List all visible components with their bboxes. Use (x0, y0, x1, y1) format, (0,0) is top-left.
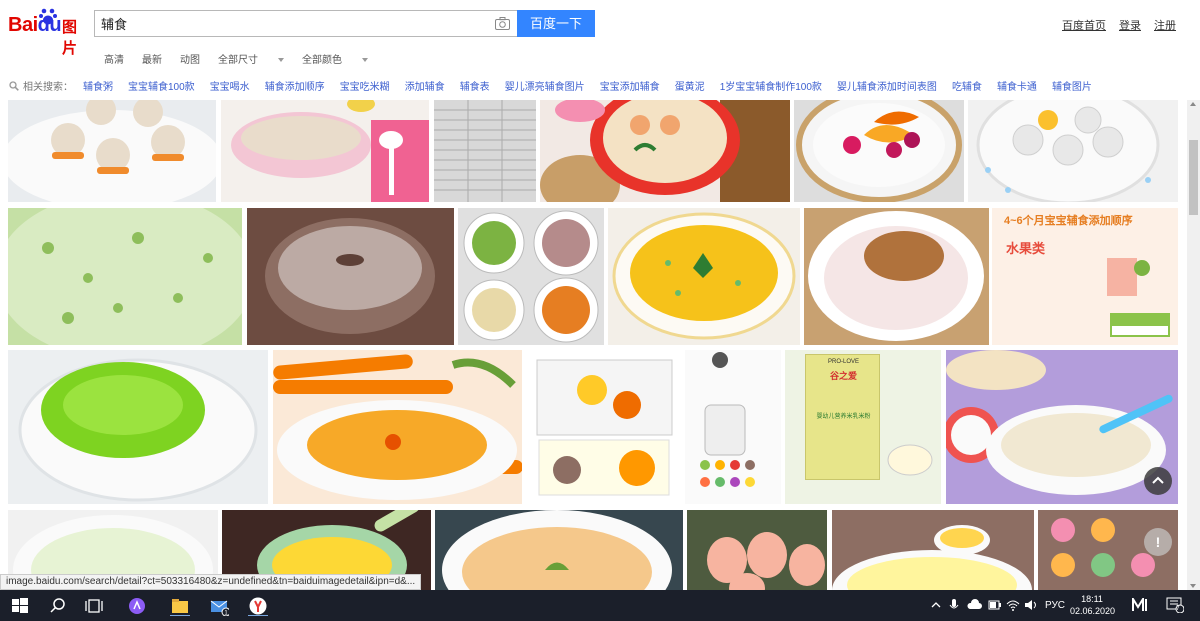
image-tile-noodle-soup[interactable] (540, 100, 790, 202)
juice-glass-icon (1107, 258, 1150, 296)
poster-subtitle: 水果类 (1006, 241, 1046, 256)
related-item[interactable]: 宝宝辅食100款 (128, 78, 195, 93)
box-brand: PRO-LOVE (827, 359, 859, 365)
image-tile-food-chart[interactable] (434, 100, 536, 202)
related-item[interactable]: 宝宝喝水 (210, 78, 250, 93)
related-item[interactable]: 辅食表 (460, 78, 490, 93)
language-indicator[interactable]: РУС (1045, 600, 1065, 611)
mail-icon[interactable]: 1 (209, 596, 229, 616)
scroll-thumb[interactable] (1189, 140, 1198, 215)
task-view-icon[interactable] (84, 596, 104, 616)
microphone-icon[interactable] (948, 598, 960, 612)
related-item[interactable]: 辅食粥 (83, 78, 113, 93)
top-links: 百度首页 登录 注册 (1062, 17, 1176, 33)
related-searches: 相关搜索： 辅食粥 宝宝辅食100款 宝宝喝水 辅食添加顺序 宝宝吃米糊 添加辅… (9, 78, 1107, 93)
image-tile-rice-flakes[interactable] (804, 208, 989, 345)
image-tile-feeding-poster[interactable]: 4~6个月宝宝辅食添加顺序 水果类 (992, 208, 1178, 345)
windows-taskbar: 1 РУС 18:11 02.06.2020 7 (0, 590, 1200, 621)
related-item[interactable]: 辅食卡通 (997, 78, 1037, 93)
image-tile-rice-cereal-box[interactable]: PRO-LOVE 谷之爱 婴幼儿营养米乳米粉 (785, 350, 941, 504)
cereal-bowl (887, 444, 933, 476)
image-tile-grain-bowl[interactable] (247, 208, 454, 345)
feedback-button[interactable]: ! (1144, 528, 1172, 556)
image-tile-ingredients[interactable] (458, 208, 604, 345)
notifications-icon[interactable] (1166, 597, 1184, 613)
image-tile-puree-plate[interactable] (435, 510, 683, 590)
box-product: 婴幼儿营养米乳米粉 (816, 414, 871, 420)
volume-icon[interactable] (1024, 599, 1038, 611)
baidu-logo[interactable]: Baidu 图片 (8, 8, 88, 57)
image-tile-dumplings-pot[interactable] (968, 100, 1178, 202)
related-item[interactable]: 婴儿辅食添加时间表图 (837, 78, 937, 93)
image-tile-eggs[interactable] (687, 510, 827, 590)
paw-icon (39, 8, 57, 25)
file-explorer-icon[interactable] (170, 596, 190, 616)
chevron-up-icon[interactable] (930, 600, 942, 610)
image-tile-yogurt-fruit[interactable] (794, 100, 964, 202)
filter-animated[interactable]: 动图 (180, 51, 200, 66)
poster-title: 4~6个月宝宝辅食添加顺序 (1004, 215, 1133, 227)
related-label: 相关搜索： (23, 82, 73, 93)
battery-icon[interactable] (988, 599, 1002, 611)
search-icon (9, 80, 19, 91)
search-box (94, 10, 518, 37)
filter-latest[interactable]: 最新 (142, 51, 162, 66)
image-tile-recipe-book[interactable] (527, 350, 680, 504)
system-clock[interactable]: 18:11 02.06.2020 (1070, 593, 1116, 617)
image-tile-carrot-puree[interactable] (273, 350, 522, 504)
cloud-icon[interactable] (966, 599, 982, 611)
filter-size-dropdown[interactable]: 全部尺寸 (218, 51, 284, 66)
yandex-browser-icon[interactable] (248, 596, 268, 616)
related-item[interactable]: 婴儿漂亮辅食图片 (505, 78, 585, 93)
windows-start-icon[interactable] (10, 596, 30, 616)
page-scrollbar[interactable] (1187, 100, 1200, 590)
image-tile-meatballs[interactable] (8, 100, 216, 202)
nutrition-table (1110, 313, 1170, 337)
image-tile-egg-soup[interactable] (608, 208, 800, 345)
related-item[interactable]: 辅食图片 (1052, 78, 1092, 93)
header: Baidu 图片 百度一下 百度首页 登录 注册 高 (0, 0, 1200, 100)
login-link[interactable]: 登录 (1119, 17, 1141, 33)
filter-hd[interactable]: 高清 (104, 51, 124, 66)
chevron-up-icon (1152, 476, 1164, 484)
scroll-down-arrow[interactable] (1190, 584, 1196, 588)
wifi-icon[interactable] (1006, 599, 1020, 611)
related-item[interactable]: 蛋黄泥 (675, 78, 705, 93)
cereal-box: PRO-LOVE 谷之爱 婴幼儿营养米乳米粉 (805, 354, 880, 480)
chevron-down-icon (278, 58, 284, 63)
box-brand-cn: 谷之爱 (829, 371, 857, 381)
image-tile-food-maker[interactable] (685, 350, 781, 504)
filter-bar: 高清 最新 动图 全部尺寸 全部颜色 (104, 51, 386, 66)
register-link[interactable]: 注册 (1154, 17, 1176, 33)
link-status-bar: image.baidu.com/search/detail?ct=5033164… (0, 574, 422, 590)
image-tile-porridge-bowl[interactable] (221, 100, 429, 202)
search-button[interactable]: 百度一下 (517, 10, 595, 37)
related-item[interactable]: 添加辅食 (405, 78, 445, 93)
chevron-down-icon (362, 58, 368, 63)
alice-assistant-icon[interactable] (127, 596, 147, 616)
related-item[interactable]: 吃辅食 (952, 78, 982, 93)
home-link[interactable]: 百度首页 (1062, 17, 1106, 33)
related-item[interactable]: 宝宝吃米糊 (340, 78, 390, 93)
search-input[interactable] (101, 11, 491, 36)
camera-icon[interactable] (495, 17, 510, 30)
filter-size-label: 全部尺寸 (218, 55, 258, 66)
image-tile-spoon-congee[interactable] (832, 510, 1034, 590)
filter-color-dropdown[interactable]: 全部颜色 (302, 51, 368, 66)
logo-images-label: 图片 (62, 19, 78, 57)
related-item[interactable]: 宝宝添加辅食 (600, 78, 660, 93)
filter-color-label: 全部颜色 (302, 55, 342, 66)
clock-time: 18:11 (1081, 594, 1103, 604)
notification-count: 7 (1176, 605, 1180, 612)
app-logo-icon[interactable] (1132, 598, 1150, 612)
back-to-top-button[interactable] (1144, 467, 1172, 495)
browser-viewport: Baidu 图片 百度一下 百度首页 登录 注册 高 (0, 0, 1200, 621)
related-item[interactable]: 辅食添加顺序 (265, 78, 325, 93)
image-tile-green-congee[interactable] (8, 208, 242, 345)
scroll-up-arrow[interactable] (1190, 102, 1196, 106)
related-item[interactable]: 1岁宝宝辅食制作100款 (720, 78, 822, 93)
search-icon[interactable] (48, 596, 68, 616)
clock-date: 02.06.2020 (1070, 606, 1116, 616)
image-tile-green-juice[interactable] (8, 350, 268, 504)
